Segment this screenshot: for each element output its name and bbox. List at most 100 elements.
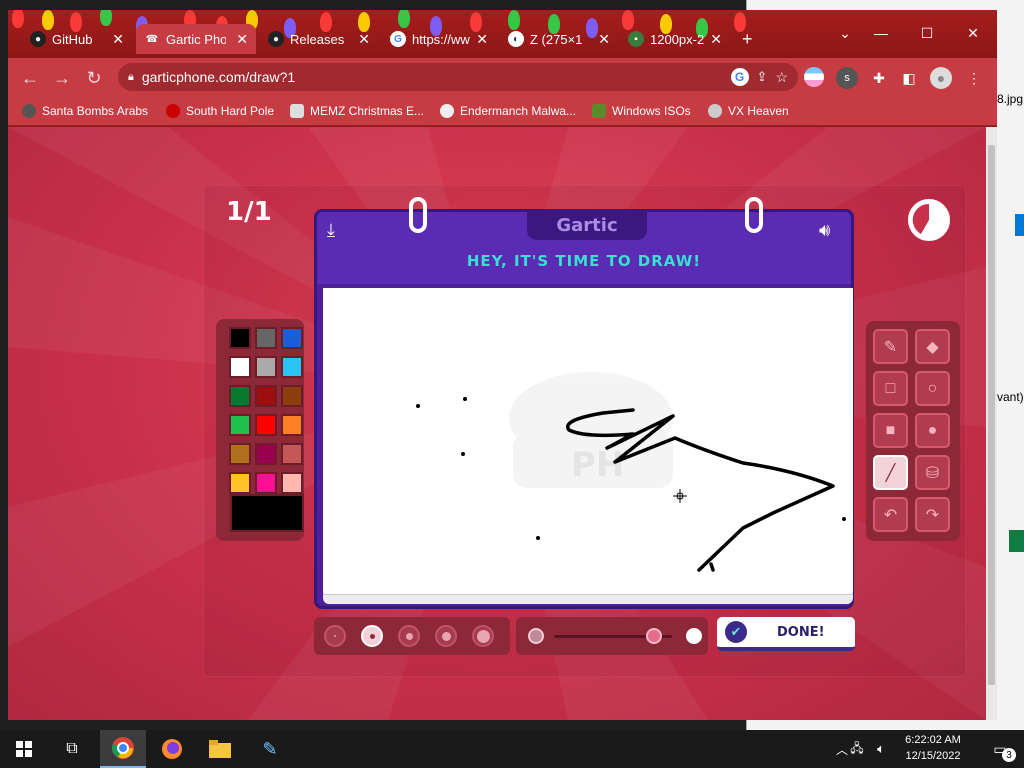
download-icon[interactable]: ⤓ [327,220,335,241]
color-swatch-light-gray[interactable] [255,356,277,378]
color-swatch-rose[interactable] [281,443,303,465]
page-scrollbar[interactable] [986,127,997,720]
color-swatch-ochre[interactable] [229,443,251,465]
gartic-phone-page: 1/1 Gartic ⤓ 🔊︎ HEY, IT'S TIME TO DRAW! … [8,127,986,720]
check-icon: ✔ [725,621,747,643]
close-tab-icon[interactable]: ✕ [710,31,722,48]
bookmark-endermanch-malware[interactable]: Endermanch Malwa... [440,101,576,121]
vx-icon [708,104,722,118]
color-swatch-yellow[interactable] [229,472,251,494]
forward-arrow-icon[interactable]: → [50,66,74,90]
circle-outline-tool-icon[interactable]: ○ [915,371,950,406]
side-panel-icon[interactable]: ◧ [898,67,920,89]
file-explorer-taskbar-icon[interactable] [200,734,240,764]
eraser-tool-icon[interactable]: ◆ [915,329,950,364]
bookmark-vx-heaven[interactable]: VX Heaven [708,101,789,121]
fill-bucket-tool-icon[interactable]: ⛁ [915,455,950,490]
speaker-icon[interactable]: 🔈︎ [866,734,896,764]
color-swatch-peach[interactable] [281,472,303,494]
color-swatch-orange[interactable] [281,414,303,436]
image-icon: ▪ [628,31,644,47]
minimize-button[interactable]: — [864,22,898,44]
redo-icon[interactable]: ↷ [915,497,950,532]
color-swatch-magenta[interactable] [255,443,277,465]
done-button[interactable]: ✔ DONE! [717,617,855,651]
firefox-taskbar-icon[interactable] [152,734,192,764]
circle-fill-tool-icon[interactable]: ● [915,413,950,448]
phone-icon: ☎ [145,33,159,45]
line-tool-icon[interactable]: ╱ [873,455,908,490]
pencil-tool-icon[interactable]: ✎ [873,329,908,364]
close-tab-icon[interactable]: ✕ [236,31,248,48]
pen-app-taskbar-icon[interactable]: ✎ [250,734,290,764]
brush-size-3[interactable] [398,625,420,647]
maximize-button[interactable]: ☐ [910,22,944,44]
menu-kebab-icon[interactable]: ⋮ [963,67,985,89]
tab-z-image[interactable]: ◐ Z (275×1 ✕ [500,24,618,54]
tab-search-icon[interactable]: ⌄ [828,22,862,44]
close-tab-icon[interactable]: ✕ [476,31,488,48]
bookmark-label: MEMZ Christmas E... [310,104,425,118]
system-clock[interactable]: 6:22:02 AM 12/15/2022 [896,732,970,764]
opacity-min-icon [528,628,544,644]
google-lens-icon[interactable]: G [730,68,749,86]
google-icon: G [390,31,406,47]
address-bar[interactable]: 🔒︎ garticphone.com/draw?1 G ⇪ ☆ [118,63,798,91]
close-tab-icon[interactable]: ✕ [598,31,610,48]
tab-releases[interactable]: ● Releases ✕ [260,24,378,54]
brush-size-2[interactable] [361,625,383,647]
color-swatch-brown[interactable] [281,385,303,407]
reload-icon[interactable]: ↻ [82,66,106,90]
color-swatch-gray[interactable] [255,327,277,349]
brush-size-4[interactable] [435,625,457,647]
bookmark-label: VX Heaven [728,104,789,118]
color-swatch-red[interactable] [255,414,277,436]
color-swatch-black[interactable] [229,327,251,349]
tab-google[interactable]: G https://www ✕ [382,24,496,54]
lock-icon: 🔒︎ [128,70,134,83]
brush-size-1[interactable] [324,625,346,647]
task-view-icon[interactable]: ⧉ [52,734,92,764]
extension-flag-icon[interactable] [804,67,824,87]
color-swatch-pink[interactable] [255,472,277,494]
close-tab-icon[interactable]: ✕ [358,31,370,48]
color-swatch-dark-green[interactable] [229,385,251,407]
drawing-canvas[interactable]: PH [323,288,853,596]
color-swatch-blue[interactable] [281,327,303,349]
bookmark-santa-bombs-arabs[interactable]: Santa Bombs Arabs [22,101,148,121]
drawing-notebook: Gartic ⤓ 🔊︎ HEY, IT'S TIME TO DRAW! PH [314,197,854,609]
scrollbar-thumb[interactable] [988,145,995,685]
bookmark-windows-isos[interactable]: Windows ISOs [592,101,691,121]
close-window-button[interactable]: ✕ [956,22,990,44]
new-tab-button[interactable]: + [734,24,764,54]
undo-icon[interactable]: ↶ [873,497,908,532]
windows-taskbar: ⧉ ✎ ︿ 🖧︎ 🔈︎ ▭ 3 [0,730,1024,768]
bookmark-star-icon[interactable]: ☆ [775,69,788,86]
volume-icon[interactable]: 🔊︎ [819,220,830,241]
bookmark-south-hard-pole[interactable]: South Hard Pole [166,101,274,121]
chrome-taskbar-icon[interactable] [100,730,146,768]
color-swatch-green[interactable] [229,414,251,436]
opacity-slider[interactable] [516,617,708,655]
extensions-puzzle-icon[interactable]: ✚ [868,67,890,89]
bookmark-memz-christmas[interactable]: MEMZ Christmas E... [290,101,424,121]
color-swatch-dark-red[interactable] [255,385,277,407]
close-tab-icon[interactable]: ✕ [112,31,124,48]
notifications-icon[interactable]: ▭ 3 [980,734,1020,764]
extension-s-icon[interactable]: s [836,67,858,89]
color-swatch-white[interactable] [229,356,251,378]
windows-start-icon[interactable] [4,734,44,764]
rectangle-fill-tool-icon[interactable]: ■ [873,413,908,448]
color-swatch-cyan[interactable] [281,356,303,378]
back-arrow-icon[interactable]: ← [18,66,42,90]
tab-1200px[interactable]: ▪ 1200px-2 ✕ [620,24,730,54]
tab-github[interactable]: ● GitHub ✕ [22,24,132,54]
tab-gartic-phone[interactable]: ☎ Gartic Phone ✕ [136,24,256,54]
share-icon[interactable]: ⇪ [757,69,768,85]
pole-icon [166,104,180,118]
profile-avatar-icon[interactable]: ● [930,67,952,89]
opacity-slider-thumb[interactable] [646,628,663,644]
brush-size-5[interactable] [472,625,494,647]
background-green-block [1009,530,1024,552]
rectangle-outline-tool-icon[interactable]: □ [873,371,908,406]
